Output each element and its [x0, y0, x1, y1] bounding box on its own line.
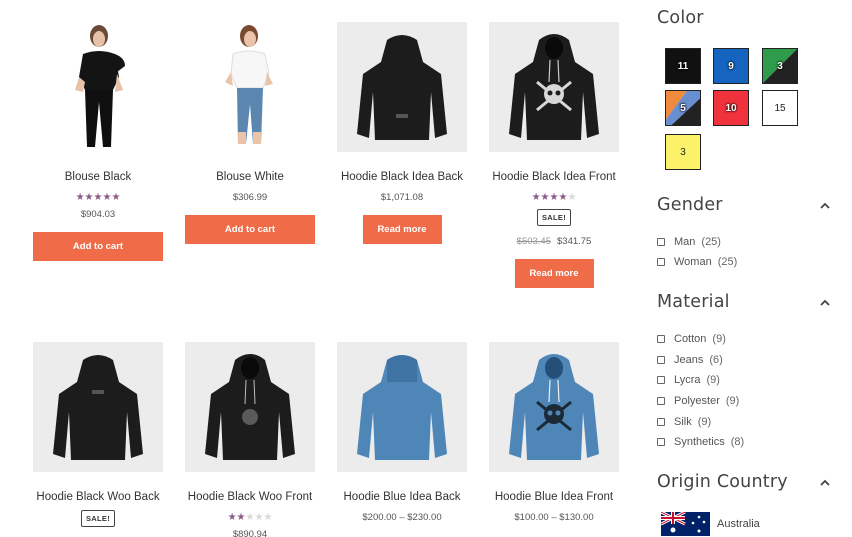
woman-white-blouse-image [225, 25, 273, 144]
product-price: $306.99 [232, 192, 268, 203]
sale-badge: SALE! [537, 209, 571, 226]
color-filter-title: Color [657, 8, 704, 28]
product-name[interactable]: Hoodie Blue Idea Front [478, 490, 630, 504]
product-image[interactable] [185, 342, 315, 472]
product-image[interactable] [489, 22, 619, 152]
product-price: $503.45 $341.75 [478, 236, 630, 247]
product-name[interactable]: Hoodie Black Idea Back [326, 170, 478, 184]
product-card: Hoodie Black Idea Front ★★★★★ SALE! $503… [478, 22, 630, 288]
product-name[interactable]: Hoodie Black Woo Back [22, 490, 174, 504]
product-card: Hoodie Black Idea Back $1,071.08 Read mo… [326, 22, 478, 244]
product-price: $890.94 [232, 529, 268, 537]
sale-price: $341.75 [557, 236, 592, 247]
product-name[interactable]: Hoodie Black Woo Front [174, 490, 326, 504]
hoodie-black-back-image [53, 355, 143, 460]
checkbox[interactable] [657, 238, 665, 246]
checkbox[interactable] [657, 376, 665, 384]
material-filter-title[interactable]: Material [657, 292, 730, 312]
color-swatch-black[interactable]: 11 [665, 48, 701, 84]
hoodie-blue-back-image [357, 355, 447, 460]
hoodie-blue-front-skull-image [509, 354, 599, 460]
product-name[interactable]: Blouse Black [22, 170, 174, 184]
hoodie-black-front-skull-image [509, 34, 599, 140]
product-card: Blouse White $306.99 Add to cart [174, 22, 326, 244]
product-image[interactable] [337, 342, 467, 472]
hoodie-black-front-skull-image [205, 354, 295, 460]
product-price: $904.03 [80, 209, 116, 220]
star-icon: ★ [567, 192, 577, 203]
filter-option-lycra[interactable]: Lycra (9) [657, 374, 720, 386]
star-icon: ★★★★★ [75, 192, 121, 203]
filter-option-man[interactable]: Man (25) [657, 236, 721, 248]
checkbox[interactable] [657, 438, 665, 446]
checkbox[interactable] [657, 397, 665, 405]
checkbox[interactable] [657, 418, 665, 426]
product-rating: ★★★★★ [174, 512, 326, 523]
chevron-up-icon[interactable] [819, 477, 831, 489]
star-icon: ★★★ [245, 512, 273, 523]
filter-option-cotton[interactable]: Cotton (9) [657, 333, 726, 345]
product-card: Hoodie Blue Idea Back $200.00 – $230.00 [326, 342, 478, 523]
product-card: Hoodie Black Woo Back SALE! [22, 342, 174, 527]
product-price: $100.00 – $130.00 [514, 512, 594, 523]
filter-option-australia[interactable]: Australia [661, 512, 760, 536]
product-image[interactable] [185, 22, 315, 152]
sale-badge: SALE! [81, 510, 115, 527]
checkbox[interactable] [657, 258, 665, 266]
gender-filter-title[interactable]: Gender [657, 195, 723, 215]
product-rating: ★★★★★ [478, 192, 630, 203]
star-icon: ★★ [227, 512, 246, 523]
product-rating: ★★★★★ [22, 192, 174, 203]
product-name[interactable]: Hoodie Black Idea Front [478, 170, 630, 184]
star-icon: ★★★★ [531, 192, 568, 203]
product-card: Blouse Black ★★★★★ $904.03 Add to cart [22, 22, 174, 261]
product-name[interactable]: Hoodie Blue Idea Back [326, 490, 478, 504]
filter-option-woman[interactable]: Woman (25) [657, 256, 737, 268]
filter-option-synthetics[interactable]: Synthetics (8) [657, 436, 744, 448]
product-card: Hoodie Black Woo Front ★★★★★ $890.94 [174, 342, 326, 537]
checkbox[interactable] [657, 335, 665, 343]
color-swatch-red[interactable]: 10 [713, 90, 749, 126]
add-to-cart-button[interactable]: Add to cart [33, 232, 163, 261]
product-name[interactable]: Blouse White [174, 170, 326, 184]
filter-sidebar: Color 11 9 3 5 10 15 3 Gender Man (25) W… [657, 0, 852, 537]
color-swatch-yellow[interactable]: 3 [665, 134, 701, 170]
woman-black-blouse-image [75, 25, 125, 147]
read-more-button[interactable]: Read more [514, 259, 594, 288]
hoodie-black-back-image [357, 35, 447, 140]
filter-option-jeans[interactable]: Jeans (6) [657, 354, 723, 366]
product-price: $1,071.08 [380, 192, 424, 203]
australia-flag-icon [661, 512, 710, 536]
color-swatch-blue[interactable]: 9 [713, 48, 749, 84]
chevron-up-icon[interactable] [819, 297, 831, 309]
product-image[interactable] [33, 342, 163, 472]
origin-country-filter-title[interactable]: Origin Country [657, 472, 788, 492]
read-more-button[interactable]: Read more [362, 215, 442, 244]
add-to-cart-button[interactable]: Add to cart [185, 215, 315, 244]
product-card: Hoodie Blue Idea Front $100.00 – $130.00 [478, 342, 630, 523]
chevron-up-icon[interactable] [819, 200, 831, 212]
color-swatch-multicolor[interactable]: 5 [665, 90, 701, 126]
checkbox[interactable] [657, 356, 665, 364]
product-image[interactable] [33, 22, 163, 152]
old-price: $503.45 [516, 236, 551, 247]
color-swatch-white[interactable]: 15 [762, 90, 798, 126]
filter-option-silk[interactable]: Silk (9) [657, 416, 711, 428]
product-image[interactable] [337, 22, 467, 152]
product-grid: Blouse Black ★★★★★ $904.03 Add to cart B… [0, 0, 640, 537]
filter-option-polyester[interactable]: Polyester (9) [657, 395, 739, 407]
product-price: $200.00 – $230.00 [362, 512, 442, 523]
color-swatch-green-black[interactable]: 3 [762, 48, 798, 84]
product-image[interactable] [489, 342, 619, 472]
